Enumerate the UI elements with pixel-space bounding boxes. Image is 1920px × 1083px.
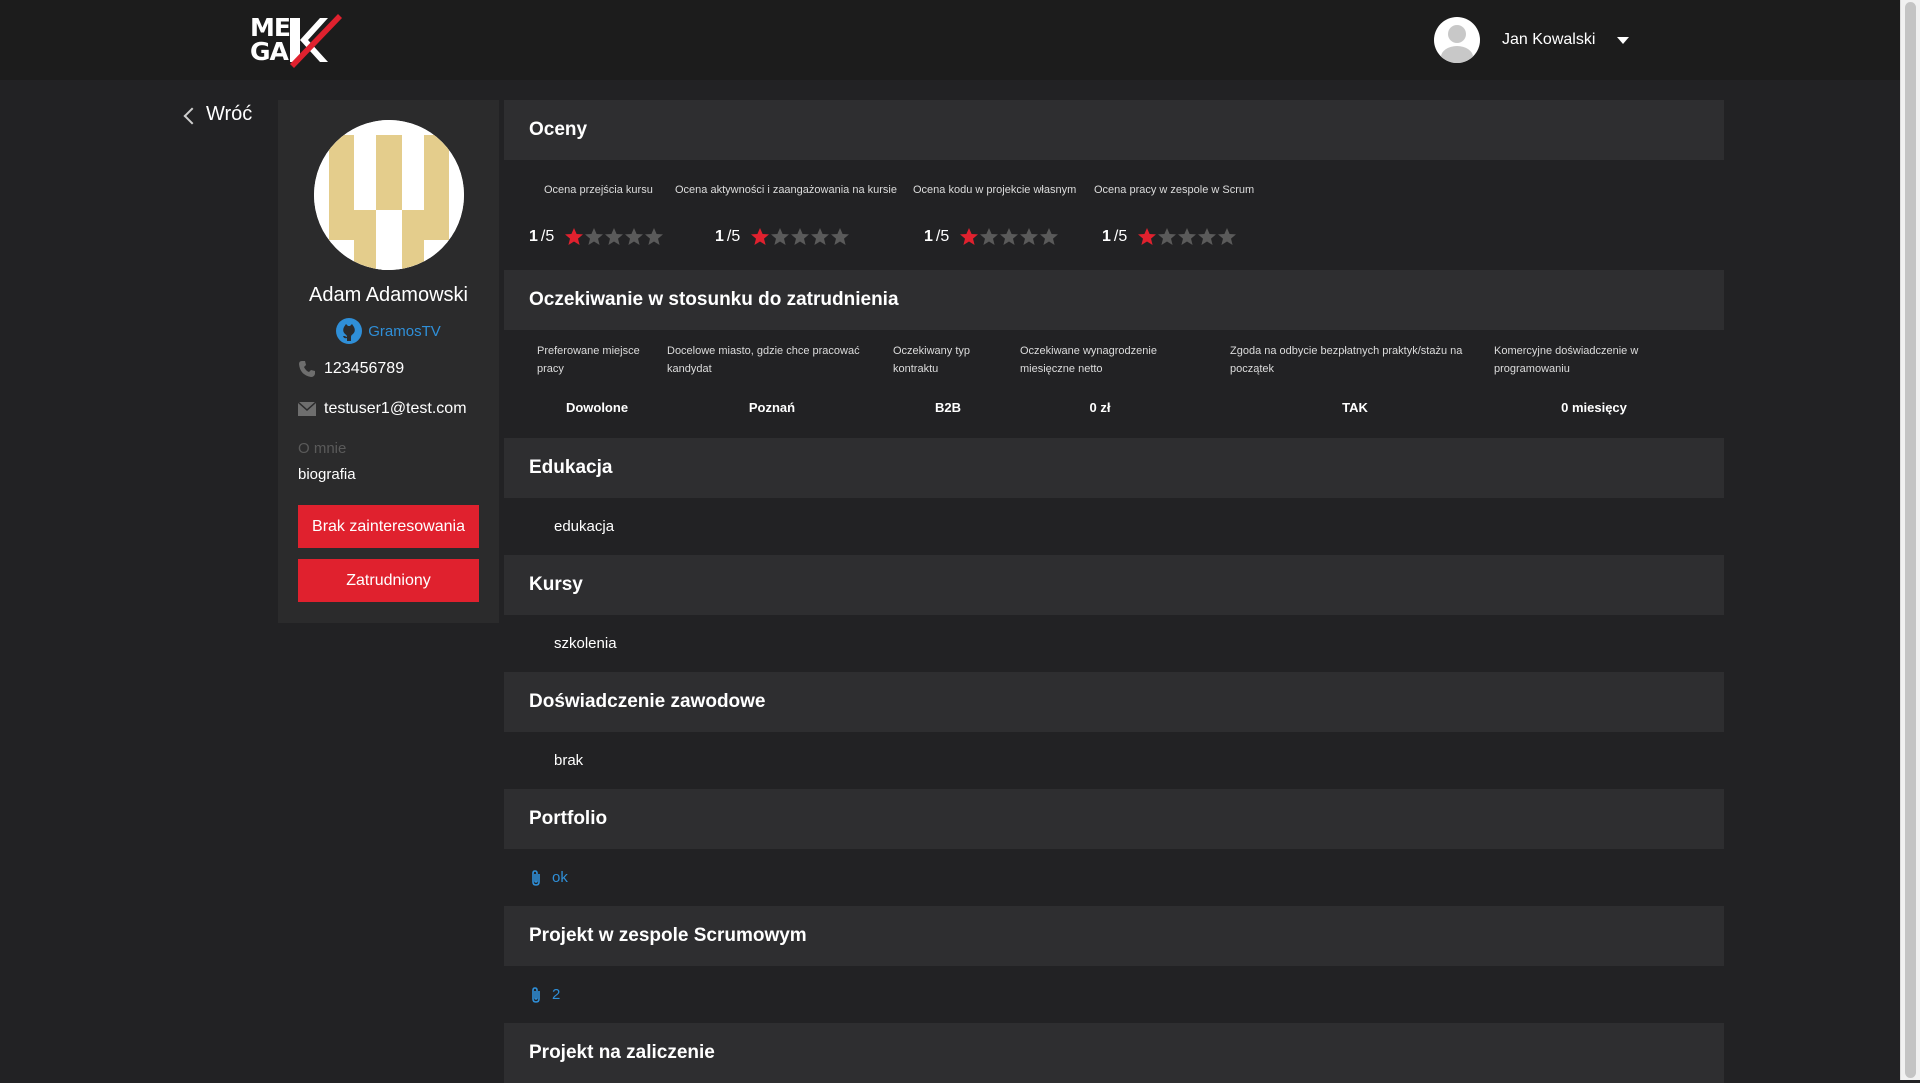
section-ratings-header: Oceny	[504, 100, 1724, 160]
star-icon	[980, 228, 999, 245]
chevron-down-icon[interactable]	[1617, 36, 1630, 44]
star-icon	[1198, 228, 1217, 245]
no-interest-button[interactable]: Brak zainteresowania	[298, 505, 479, 548]
star-icon	[751, 228, 770, 245]
expectation-value: 0 miesięcy	[1561, 400, 1627, 415]
expectation-value: B2B	[934, 400, 961, 415]
portfolio-link-text: ok	[552, 869, 568, 886]
chevron-left-icon	[183, 107, 201, 124]
rating-label: Ocena aktywności i zaangażowania na kurs…	[675, 184, 897, 196]
user-avatar	[1434, 17, 1480, 63]
candidate-name: Adam Adamowski	[309, 284, 468, 306]
star-icon	[791, 228, 810, 245]
section-courses-header: Kursy	[504, 555, 1724, 615]
star-icon	[960, 228, 979, 245]
rating-value: 1/5	[924, 227, 1059, 247]
star-icon	[811, 228, 830, 245]
expectation-value: Poznań	[748, 400, 796, 415]
star-icon	[1138, 228, 1157, 245]
candidate-profile-card: Adam Adamowski GramosTV 123456789 testus…	[278, 100, 499, 623]
about-label: O mnie	[298, 440, 347, 457]
star-icon	[1000, 228, 1019, 245]
expectations-body: Preferowane miejsce pracy Docelowe miast…	[504, 330, 1724, 438]
candidate-details: Oceny Ocena przejścia kursu Ocena aktywn…	[504, 100, 1724, 1083]
rating-value: 1/5	[529, 227, 664, 247]
logo-k-mark-icon	[290, 14, 342, 68]
hired-button[interactable]: Zatrudniony	[298, 559, 479, 602]
back-label: Wróć	[206, 103, 253, 125]
star-icon	[1178, 228, 1197, 245]
education-text: edukacja	[504, 498, 1724, 555]
experience-text: brak	[504, 732, 1724, 789]
user-name: Jan Kowalski	[1502, 31, 1596, 48]
top-navbar: ME GA Jan Kowalski	[0, 0, 1900, 80]
star-icon	[771, 228, 790, 245]
courses-text: szkolenia	[504, 615, 1724, 672]
star-icon	[605, 228, 624, 245]
star-icon	[1218, 228, 1237, 245]
rating-value: 1/5	[1102, 227, 1237, 247]
section-final-project-header: Projekt na zaliczenie	[504, 1023, 1724, 1083]
rating-label: Ocena przejścia kursu	[544, 184, 653, 196]
back-link[interactable]: Wróć	[183, 103, 253, 126]
star-icon	[565, 228, 584, 245]
expectation-label: Oczekiwany typ kontraktu	[893, 345, 971, 375]
scrollbar-thumb[interactable]	[1905, 2, 1916, 1078]
section-education-header: Edukacja	[504, 438, 1724, 498]
github-link[interactable]: GramosTV	[278, 318, 499, 344]
rating-label: Ocena kodu w projekcie własnym	[913, 184, 1077, 196]
star-icon	[625, 228, 644, 245]
section-experience-header: Doświadczenie zawodowe	[504, 672, 1724, 732]
star-rating	[959, 227, 1059, 247]
phone-number: 123456789	[324, 360, 405, 377]
expectation-label: Zgoda na odbycie bezpłatnych praktyk/sta…	[1230, 345, 1463, 375]
scrum-project-link-text: 2	[552, 986, 561, 1003]
expectation-value: 0 zł	[1089, 400, 1111, 415]
section-expectations-header: Oczekiwanie w stosunku do zatrudnienia	[504, 270, 1724, 330]
email-address: testuser1@test.com	[324, 400, 467, 417]
section-scrum-project-header: Projekt w zespole Scrumowym	[504, 906, 1724, 966]
star-icon	[831, 228, 850, 245]
expectation-label: Oczekiwane wynagrodzenie miesięczne nett…	[1020, 345, 1157, 375]
star-rating	[1137, 227, 1237, 247]
envelope-icon	[298, 402, 316, 416]
rating-value: 1/5	[715, 227, 850, 247]
ratings-body: Ocena przejścia kursu Ocena aktywności i…	[504, 160, 1724, 270]
paperclip-icon	[532, 986, 540, 1003]
star-icon	[1158, 228, 1177, 245]
github-icon	[336, 318, 363, 344]
star-icon	[1040, 228, 1059, 245]
megak-logo[interactable]: ME GA	[250, 12, 344, 68]
phone-icon	[299, 361, 315, 377]
star-rating	[564, 227, 664, 247]
portfolio-link[interactable]: ok	[504, 849, 1724, 906]
email-row: testuser1@test.com	[298, 400, 467, 418]
phone-row: 123456789	[298, 360, 404, 378]
about-text: biografia	[298, 466, 356, 483]
expectation-label: Komercyjne doświadczenie w programowaniu	[1494, 345, 1639, 375]
scrum-project-link[interactable]: 2	[504, 966, 1724, 1023]
rating-label: Ocena pracy w zespole w Scrum	[1094, 184, 1255, 196]
star-rating	[750, 227, 850, 247]
expectation-label: Preferowane miejsce pracy	[537, 345, 640, 375]
user-silhouette-icon	[1441, 25, 1473, 63]
github-username: GramosTV	[368, 322, 441, 340]
star-icon	[645, 228, 664, 245]
user-menu[interactable]: Jan Kowalski	[1434, 17, 1630, 63]
section-portfolio-header: Portfolio	[504, 789, 1724, 849]
star-icon	[585, 228, 604, 245]
identicon-icon	[314, 120, 464, 270]
expectation-value: Dowolone	[565, 400, 629, 415]
page-scrollbar[interactable]	[1900, 0, 1920, 1080]
expectation-label: Docelowe miasto, gdzie chce pracować kan…	[667, 345, 860, 375]
star-icon	[1020, 228, 1039, 245]
expectation-value: TAK	[1342, 400, 1368, 415]
candidate-avatar	[314, 120, 464, 270]
paperclip-icon	[532, 869, 540, 886]
